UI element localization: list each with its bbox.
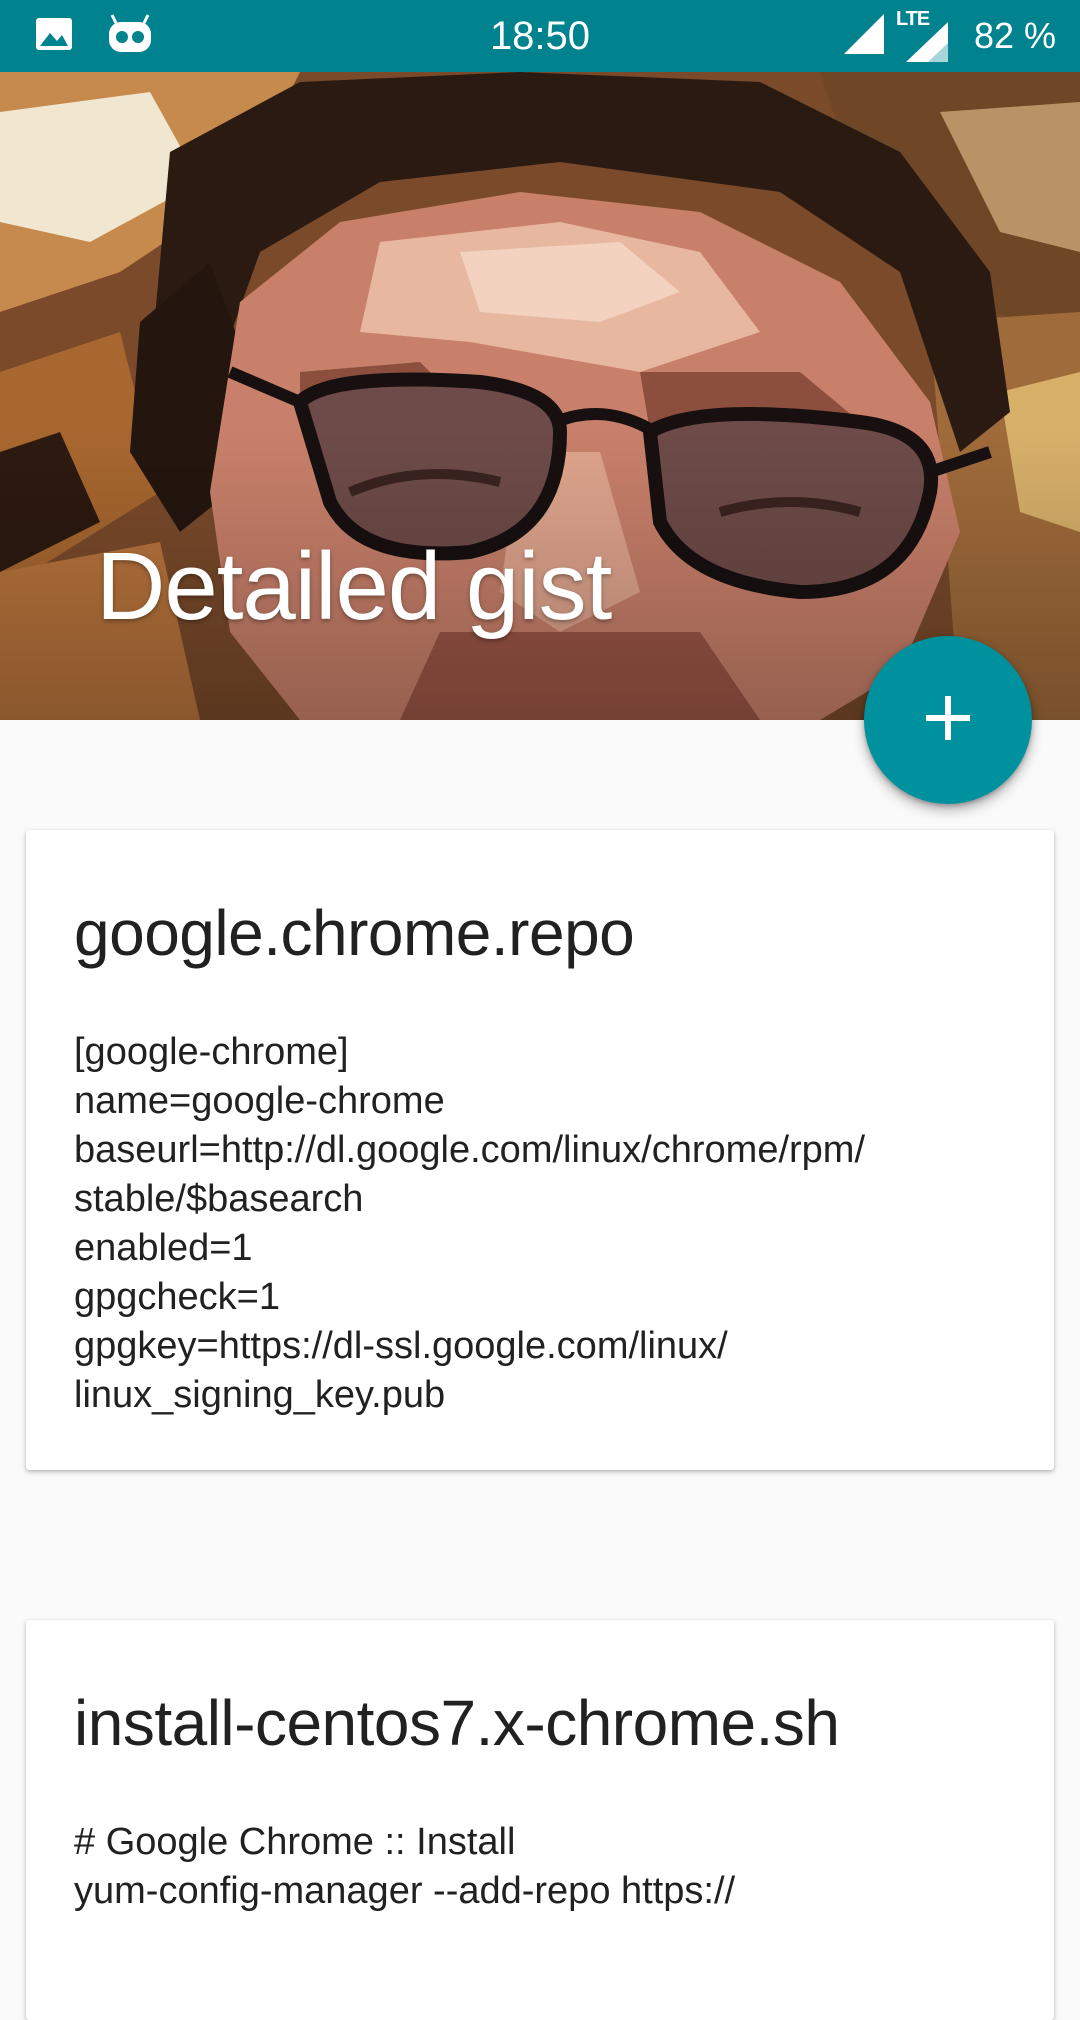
gist-card[interactable]: install-centos7.x-chrome.sh # Google Chr… xyxy=(26,1620,1054,2020)
profile-header: Detailed gist xyxy=(0,72,1080,720)
gist-content-line: # Google Chrome :: Install xyxy=(74,1821,516,1863)
gist-content-line: gpgkey=https://dl-ssl.google.com/linux/ xyxy=(74,1325,728,1367)
status-bar: 18:50 LTE 82 % xyxy=(0,0,1080,72)
gist-content-line: name=google-chrome xyxy=(74,1080,445,1122)
lte-signal-icon: LTE xyxy=(896,8,950,64)
page-title: Detailed gist xyxy=(96,533,612,640)
gist-content-line: [google-chrome] xyxy=(74,1031,349,1073)
gist-content-line: enabled=1 xyxy=(74,1227,253,1269)
battery-level: 82 % xyxy=(973,15,1056,56)
gist-title: google.chrome.repo xyxy=(74,897,635,969)
gist-content: [google-chrome] name=google-chrome baseu… xyxy=(74,1028,1014,1420)
gist-content: # Google Chrome :: Install yum-config-ma… xyxy=(74,1818,1014,1916)
status-bar-system: LTE 82 % xyxy=(842,0,1056,72)
gist-content-line: stable/$basearch xyxy=(74,1178,364,1220)
gist-content-line: gpgcheck=1 xyxy=(74,1276,280,1318)
gist-title: install-centos7.x-chrome.sh xyxy=(74,1687,840,1759)
add-gist-button[interactable] xyxy=(864,636,1032,804)
gist-content-line: baseurl=http://dl.google.com/linux/chrom… xyxy=(74,1129,866,1171)
plus-icon xyxy=(924,694,972,747)
gist-content-line: linux_signing_key.pub xyxy=(74,1374,446,1416)
signal-icon xyxy=(842,12,886,61)
gist-content-line: yum-config-manager --add-repo https:// xyxy=(74,1870,736,1912)
gist-card[interactable]: google.chrome.repo [google-chrome] name=… xyxy=(26,830,1054,1470)
